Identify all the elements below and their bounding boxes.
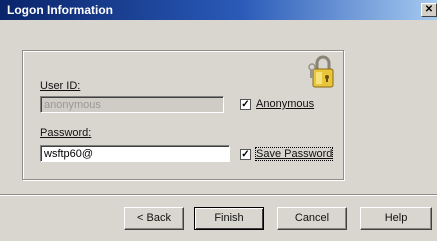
checkmark-icon: ✓ (241, 149, 250, 160)
password-input[interactable]: wsftp60@ (40, 145, 230, 162)
title-bar: Logon Information ✕ (0, 0, 437, 20)
close-icon: ✕ (424, 4, 434, 15)
save-password-label[interactable]: Save Password (254, 147, 334, 161)
save-password-checkbox[interactable]: ✓ (240, 149, 251, 160)
anonymous-label[interactable]: Anonymous (256, 98, 314, 110)
window-title: Logon Information (7, 3, 113, 17)
button-separator (0, 194, 437, 196)
password-label: Password: (40, 127, 92, 139)
checkmark-icon: ✓ (241, 99, 250, 110)
help-button[interactable]: Help (360, 207, 432, 230)
back-button[interactable]: < Back (124, 207, 184, 230)
padlock-keys-icon (308, 55, 334, 88)
anonymous-checkbox[interactable]: ✓ (240, 99, 251, 110)
finish-button[interactable]: Finish (194, 207, 264, 230)
user-id-input[interactable]: anonymous (40, 96, 224, 113)
cancel-button[interactable]: Cancel (277, 207, 347, 230)
close-button[interactable]: ✕ (421, 3, 437, 17)
user-id-label: User ID: (40, 80, 81, 92)
